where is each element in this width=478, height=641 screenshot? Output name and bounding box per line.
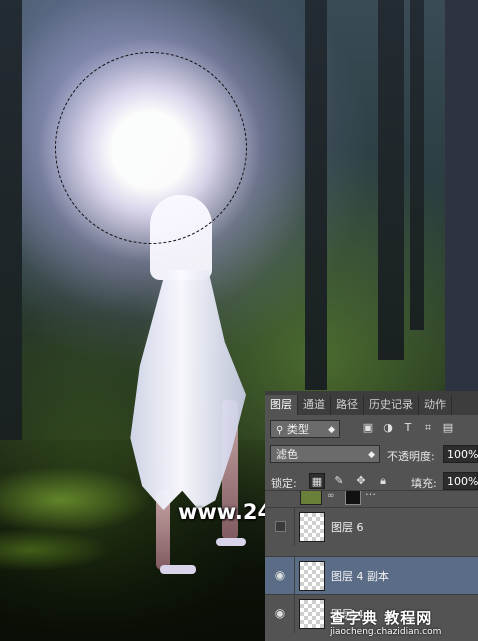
lock-image-icon[interactable]: ✎ bbox=[331, 473, 347, 489]
layer-name: 图层 6 bbox=[331, 521, 364, 534]
lock-position-icon[interactable]: ✥ bbox=[353, 473, 369, 489]
opacity-label: 不透明度: bbox=[387, 450, 435, 463]
tab-channels[interactable]: 通道 bbox=[298, 395, 331, 415]
tree-trunk bbox=[378, 0, 404, 360]
layer-row[interactable]: 图层 6 bbox=[265, 507, 478, 546]
column-divider bbox=[294, 508, 295, 546]
filter-row: ⚲ 类型 ◆ ▣ ◑ T ⌗ ▤ bbox=[265, 417, 478, 441]
tab-history[interactable]: 历史记录 bbox=[364, 395, 419, 415]
smart-object-filter-icon[interactable]: ▤ bbox=[441, 421, 455, 435]
lock-all-icon[interactable]: 🔒︎ bbox=[375, 473, 391, 489]
tab-actions[interactable]: 动作 bbox=[419, 395, 452, 415]
fill-input[interactable]: 100% bbox=[443, 472, 478, 490]
blend-mode-dropdown[interactable]: 滤色 ◆ bbox=[270, 445, 380, 463]
blend-mode-value: 滤色 bbox=[276, 448, 298, 461]
column-divider bbox=[294, 595, 295, 633]
filter-icon-group: ▣ ◑ T ⌗ ▤ bbox=[361, 421, 455, 435]
layer-name: 图层 4 副本 bbox=[331, 570, 389, 583]
layer-row-selected[interactable]: ◉ 图层 4 副本 bbox=[265, 556, 478, 595]
layer-thumbnail bbox=[299, 599, 325, 629]
layer-mask-thumbnail bbox=[345, 491, 361, 505]
blend-row: 滤色 ◆ 不透明度: 100% bbox=[265, 443, 478, 467]
layers-panel: 图层 通道 路径 历史记录 动作 ⚲ 类型 ◆ ▣ ◑ T ⌗ ▤ 滤色 ◆ 不… bbox=[265, 391, 478, 641]
tab-layers[interactable]: 图层 bbox=[265, 395, 298, 415]
site-watermark-url: jiaocheng.chazidian.com bbox=[330, 627, 442, 637]
lock-transparent-icon[interactable]: ▦ bbox=[309, 473, 325, 489]
tab-paths[interactable]: 路径 bbox=[331, 395, 364, 415]
layer-thumbnail bbox=[299, 561, 325, 591]
lock-icon-group: ▦ ✎ ✥ 🔒︎ bbox=[309, 473, 391, 489]
chevron-down-icon: ◆ bbox=[368, 450, 375, 460]
link-icon: ∞ bbox=[327, 491, 335, 501]
layer-row-partial[interactable]: ∞ … bbox=[265, 490, 478, 505]
shoe bbox=[216, 538, 246, 546]
shoe bbox=[160, 565, 196, 574]
visibility-toggle-off[interactable] bbox=[275, 521, 286, 532]
site-watermark-title: 查字典 教程网 bbox=[330, 609, 433, 627]
tree-trunk bbox=[0, 0, 22, 440]
elliptical-selection-marquee[interactable] bbox=[55, 52, 247, 244]
tree-trunk bbox=[410, 0, 424, 330]
site-watermark: 查字典 教程网 jiaocheng.chazidian.com bbox=[330, 607, 475, 639]
filter-kind-label: 类型 bbox=[286, 423, 309, 436]
adjustment-filter-icon[interactable]: ◑ bbox=[381, 421, 395, 435]
filter-kind-dropdown[interactable]: ⚲ 类型 ◆ bbox=[270, 420, 340, 438]
fill-label: 填充: bbox=[411, 477, 437, 490]
type-filter-icon[interactable]: T bbox=[401, 421, 415, 435]
layer-thumbnail bbox=[299, 512, 325, 542]
search-icon: ⚲ bbox=[276, 425, 284, 436]
image-filter-icon[interactable]: ▣ bbox=[361, 421, 375, 435]
tree-trunk bbox=[305, 0, 327, 390]
chevron-down-icon: ◆ bbox=[328, 425, 335, 435]
eye-icon[interactable]: ◉ bbox=[273, 568, 287, 582]
layer-name: … bbox=[365, 490, 376, 498]
column-divider bbox=[294, 557, 295, 595]
lock-label: 锁定: bbox=[271, 477, 297, 490]
opacity-input[interactable]: 100% bbox=[443, 445, 478, 463]
panel-tab-bar: 图层 通道 路径 历史记录 动作 bbox=[265, 391, 478, 415]
eye-icon[interactable]: ◉ bbox=[273, 606, 287, 620]
layer-thumbnail bbox=[300, 491, 322, 505]
shape-filter-icon[interactable]: ⌗ bbox=[421, 421, 435, 435]
